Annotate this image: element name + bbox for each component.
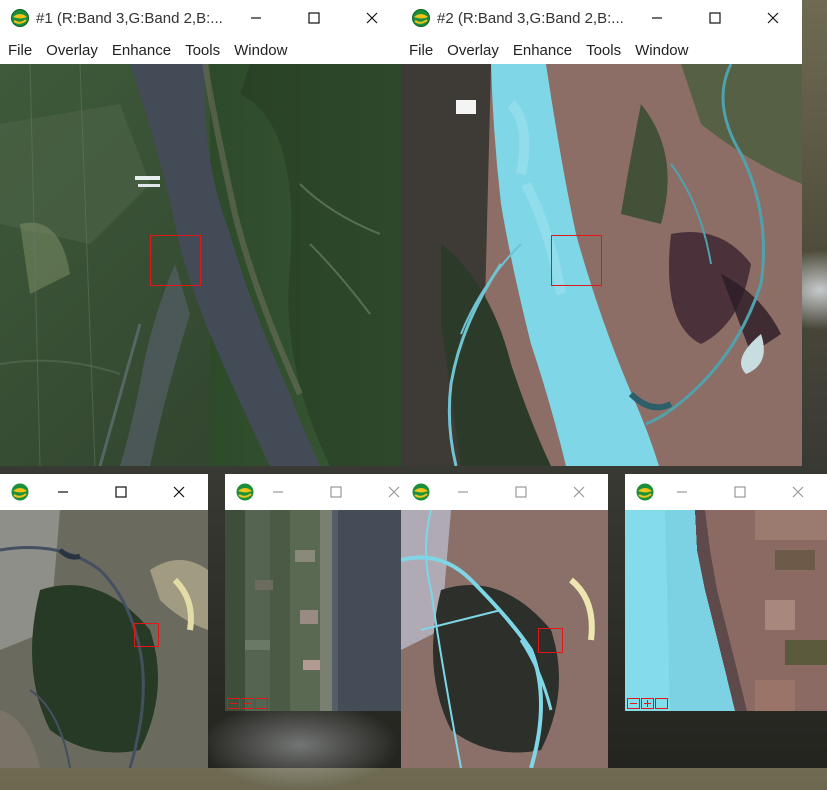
zoom-tools xyxy=(227,698,268,709)
menu-tools[interactable]: Tools xyxy=(579,42,628,59)
minimize-button[interactable] xyxy=(628,0,686,36)
menu-window[interactable]: Window xyxy=(628,42,695,59)
maximize-button[interactable] xyxy=(307,474,365,510)
satellite-overview-falsecolor xyxy=(401,510,608,768)
zoom-reset-icon[interactable] xyxy=(655,698,668,709)
satellite-overview-truecolor xyxy=(0,510,208,768)
minimize-button[interactable] xyxy=(653,474,711,510)
envi-globe-icon xyxy=(412,483,430,501)
menu-window[interactable]: Window xyxy=(227,42,294,59)
menu-overlay[interactable]: Overlay xyxy=(39,42,105,59)
zoom-out-icon[interactable] xyxy=(227,698,240,709)
close-icon xyxy=(366,12,378,24)
maximize-button[interactable] xyxy=(285,0,343,36)
minimize-button[interactable] xyxy=(434,474,492,510)
minimize-button[interactable] xyxy=(227,0,285,36)
zoomed-image-falsecolor xyxy=(625,510,827,711)
minimize-button[interactable] xyxy=(249,474,307,510)
scroll-view[interactable] xyxy=(0,510,208,768)
minimize-icon xyxy=(458,491,468,493)
close-button[interactable] xyxy=(550,474,608,510)
zoom-out-icon[interactable] xyxy=(627,698,640,709)
close-icon xyxy=(767,12,779,24)
minimize-icon xyxy=(677,491,687,493)
zoom-box[interactable] xyxy=(551,235,602,286)
maximize-button[interactable] xyxy=(686,0,744,36)
zoom-window-2 xyxy=(625,474,827,711)
envi-globe-icon xyxy=(636,483,654,501)
close-button[interactable] xyxy=(343,0,401,36)
close-icon xyxy=(388,486,400,498)
zoom-reset-icon[interactable] xyxy=(255,698,268,709)
image-view[interactable] xyxy=(401,64,802,466)
window-title: #2 (R:Band 3,G:Band 2,B:... xyxy=(437,9,624,27)
envi-globe-icon xyxy=(11,483,29,501)
close-icon xyxy=(573,486,585,498)
maximize-icon xyxy=(515,486,527,498)
close-button[interactable] xyxy=(769,474,827,510)
menu-enhance[interactable]: Enhance xyxy=(105,42,178,59)
menu-file[interactable]: File xyxy=(401,42,440,59)
maximize-button[interactable] xyxy=(492,474,550,510)
menu-bar: File Overlay Enhance Tools Window xyxy=(0,36,401,64)
image-window-2: #2 (R:Band 3,G:Band 2,B:... File Overlay… xyxy=(401,0,802,466)
minimize-button[interactable] xyxy=(34,474,92,510)
minimize-icon xyxy=(251,17,261,19)
maximize-button[interactable] xyxy=(92,474,150,510)
zoom-view[interactable] xyxy=(625,510,827,711)
zoomed-image-truecolor xyxy=(225,510,401,711)
envi-globe-icon xyxy=(412,9,430,27)
envi-globe-icon xyxy=(11,9,29,27)
close-icon xyxy=(173,486,185,498)
menu-file[interactable]: File xyxy=(0,42,39,59)
maximize-icon xyxy=(709,12,721,24)
viewport-box[interactable] xyxy=(134,623,159,647)
close-button[interactable] xyxy=(365,474,401,510)
menu-bar: File Overlay Enhance Tools Window xyxy=(401,36,802,64)
minimize-icon xyxy=(652,17,662,19)
maximize-button[interactable] xyxy=(711,474,769,510)
maximize-icon xyxy=(734,486,746,498)
zoom-view[interactable] xyxy=(225,510,401,711)
maximize-icon xyxy=(115,486,127,498)
maximize-icon xyxy=(308,12,320,24)
zoom-box[interactable] xyxy=(150,235,201,286)
image-view[interactable] xyxy=(0,64,401,466)
scroll-view[interactable] xyxy=(401,510,608,768)
maximize-icon xyxy=(330,486,342,498)
menu-overlay[interactable]: Overlay xyxy=(440,42,506,59)
image-window-1: #1 (R:Band 3,G:Band 2,B:... File Overlay… xyxy=(0,0,401,466)
menu-tools[interactable]: Tools xyxy=(178,42,227,59)
scroll-window-2 xyxy=(401,474,608,768)
close-button[interactable] xyxy=(744,0,802,36)
zoom-in-icon[interactable] xyxy=(241,698,254,709)
close-button[interactable] xyxy=(150,474,208,510)
minimize-icon xyxy=(58,491,68,493)
zoom-window-1 xyxy=(225,474,401,711)
zoom-tools xyxy=(627,698,668,709)
menu-enhance[interactable]: Enhance xyxy=(506,42,579,59)
zoom-in-icon[interactable] xyxy=(641,698,654,709)
close-icon xyxy=(792,486,804,498)
viewport-box[interactable] xyxy=(538,628,563,653)
scroll-window-1 xyxy=(0,474,208,768)
minimize-icon xyxy=(273,491,283,493)
window-title: #1 (R:Band 3,G:Band 2,B:... xyxy=(36,9,223,27)
